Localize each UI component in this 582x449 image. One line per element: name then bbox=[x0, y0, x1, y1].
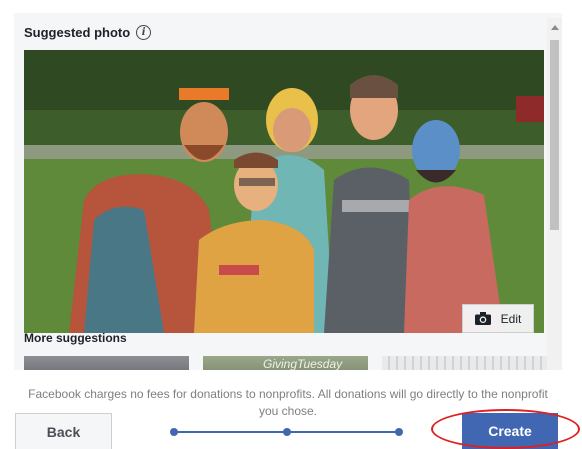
suggestion-thumbnail-2[interactable]: GivingTuesday bbox=[203, 356, 368, 370]
step-dot-3 bbox=[395, 428, 403, 436]
step-dot-2 bbox=[283, 428, 291, 436]
edit-label: Edit bbox=[500, 311, 522, 326]
more-suggestions-title: More suggestions bbox=[24, 331, 127, 345]
panel-scrollbar[interactable] bbox=[547, 18, 562, 370]
edit-photo-button[interactable]: Edit bbox=[462, 304, 534, 333]
suggested-photo-heading: Suggested photo i bbox=[24, 25, 152, 40]
suggestion-thumbnail-1[interactable] bbox=[24, 356, 189, 370]
group-photo-illustration bbox=[24, 50, 544, 333]
suggested-photo-title: Suggested photo bbox=[24, 25, 131, 40]
scrollbar-thumb[interactable] bbox=[550, 40, 559, 230]
thumbnail-2-text: GivingTuesday bbox=[263, 357, 343, 370]
create-button[interactable]: Create bbox=[462, 413, 558, 449]
scroll-up-arrow-icon[interactable] bbox=[551, 25, 559, 30]
suggested-photo[interactable]: Edit bbox=[24, 50, 544, 333]
camera-icon bbox=[474, 312, 491, 325]
suggested-photo-panel: Suggested photo i Edit More suggestions … bbox=[14, 13, 562, 370]
info-icon[interactable]: i bbox=[136, 25, 152, 40]
back-button[interactable]: Back bbox=[15, 413, 112, 449]
progress-stepper bbox=[170, 426, 403, 438]
step-dot-1 bbox=[170, 428, 178, 436]
photo-car bbox=[516, 96, 544, 122]
suggestion-thumbnail-3[interactable] bbox=[382, 356, 547, 370]
